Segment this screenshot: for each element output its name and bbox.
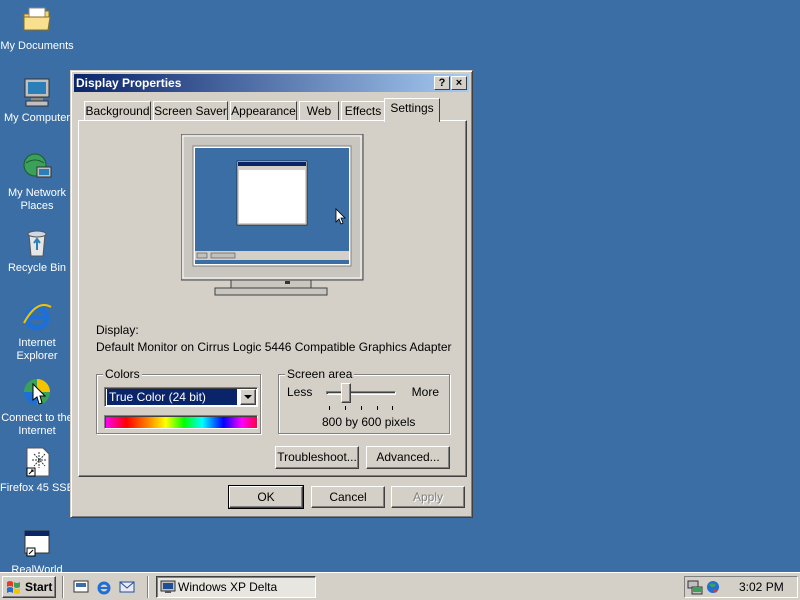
less-label: Less (287, 385, 313, 399)
folder-icon (21, 4, 53, 36)
monitor-icon (160, 580, 176, 593)
tab-effects[interactable]: Effects (341, 101, 385, 121)
network-places-icon (21, 151, 53, 183)
resolution-slider-track[interactable] (326, 391, 396, 395)
globe-tray-icon[interactable] (705, 579, 721, 595)
more-label: More (411, 385, 439, 399)
outlook-express-icon[interactable] (119, 579, 135, 595)
screen-area-group: Screen area Less More 800 by 600 pixels (278, 367, 450, 434)
display-label: Display: (96, 323, 139, 337)
desktop-icon-recycle-bin[interactable]: Recycle Bin (0, 226, 74, 275)
internet-explorer-icon[interactable] (96, 579, 112, 595)
desktop-icon-label: Firefox 45 SSE (0, 482, 74, 494)
network-tray-icon[interactable] (687, 579, 703, 595)
desktop-icon-network-places[interactable]: My Network Places (0, 151, 74, 213)
system-tray: 3:02 PM (684, 576, 798, 598)
connect-internet-icon (21, 376, 53, 408)
desktop-icon-my-documents[interactable]: My Documents (0, 4, 74, 53)
screen-area-legend: Screen area (285, 367, 355, 381)
advanced-button[interactable]: Advanced... (366, 446, 450, 469)
tab-appearance[interactable]: Appearance (230, 101, 297, 121)
desktop-icon-label: Internet Explorer (16, 337, 58, 362)
title-bar[interactable]: Display Properties ? × (74, 74, 469, 92)
taskbar: Start Windows XP Delta Edition ... 3:02 … (0, 572, 800, 600)
colors-legend: Colors (103, 367, 142, 381)
tab-screen-saver[interactable]: Screen Saver (153, 101, 228, 121)
slider-ticks (329, 406, 393, 410)
desktop-icon-label: My Documents (0, 40, 74, 52)
quicklaunch-divider (62, 576, 64, 598)
display-properties-dialog: Display Properties ? × Background Screen… (70, 70, 473, 518)
resolution-value: 800 by 600 pixels (322, 415, 416, 429)
color-depth-select[interactable]: True Color (24 bit) (104, 387, 258, 407)
desktop-icon-firefox[interactable]: Firefox 45 SSE (0, 446, 74, 495)
desktop-icon-internet-explorer[interactable]: Internet Explorer (0, 301, 74, 363)
start-label: Start (25, 580, 53, 594)
show-desktop-icon[interactable] (73, 579, 89, 595)
apply-button[interactable]: Apply (391, 486, 465, 508)
close-button[interactable]: × (451, 76, 467, 90)
tab-web[interactable]: Web (299, 101, 339, 121)
dropdown-arrow-button[interactable] (240, 389, 256, 405)
recycle-bin-icon (21, 226, 53, 258)
desktop-icon-label: My Computer (3, 112, 71, 124)
monitor-preview (181, 134, 364, 296)
cancel-button[interactable]: Cancel (311, 486, 385, 508)
internet-explorer-icon (21, 301, 53, 333)
troubleshoot-button[interactable]: Troubleshoot... (275, 446, 359, 469)
desktop-icon-my-computer[interactable]: My Computer (0, 76, 74, 125)
resolution-slider-thumb[interactable] (341, 383, 351, 403)
taskbar-task-display-properties[interactable]: Windows XP Delta Edition ... (156, 576, 316, 598)
shortcut-file-icon (21, 446, 53, 478)
windows-logo-icon (7, 581, 20, 594)
start-button[interactable]: Start (2, 576, 56, 598)
dialog-title: Display Properties (76, 76, 182, 90)
desktop-icon-label: My Network Places (7, 187, 67, 212)
desktop-icon-label: Connect to the Internet (1, 412, 73, 437)
ok-button[interactable]: OK (228, 485, 304, 509)
help-button[interactable]: ? (434, 76, 450, 90)
desktop-icon-connect-internet[interactable]: Connect to the Internet (0, 376, 74, 438)
colors-group: Colors True Color (24 bit) (96, 367, 261, 434)
tab-settings[interactable]: Settings (384, 98, 440, 122)
desktop-icon-label: Recycle Bin (7, 262, 67, 274)
desktop-icon-realworld[interactable]: RealWorld (0, 528, 74, 577)
clock[interactable]: 3:02 PM (739, 580, 784, 594)
window-shortcut-icon (21, 528, 53, 560)
settings-panel: Display: Default Monitor on Cirrus Logic… (78, 120, 467, 477)
display-adapter-text: Default Monitor on Cirrus Logic 5446 Com… (96, 340, 452, 354)
chevron-down-icon (244, 395, 252, 399)
computer-icon (21, 76, 53, 108)
color-spectrum-bar (104, 415, 258, 429)
tab-background[interactable]: Background (84, 101, 151, 121)
color-depth-selected: True Color (24 bit) (107, 389, 237, 405)
task-divider (147, 576, 149, 598)
task-label: Windows XP Delta Edition ... (178, 580, 278, 594)
